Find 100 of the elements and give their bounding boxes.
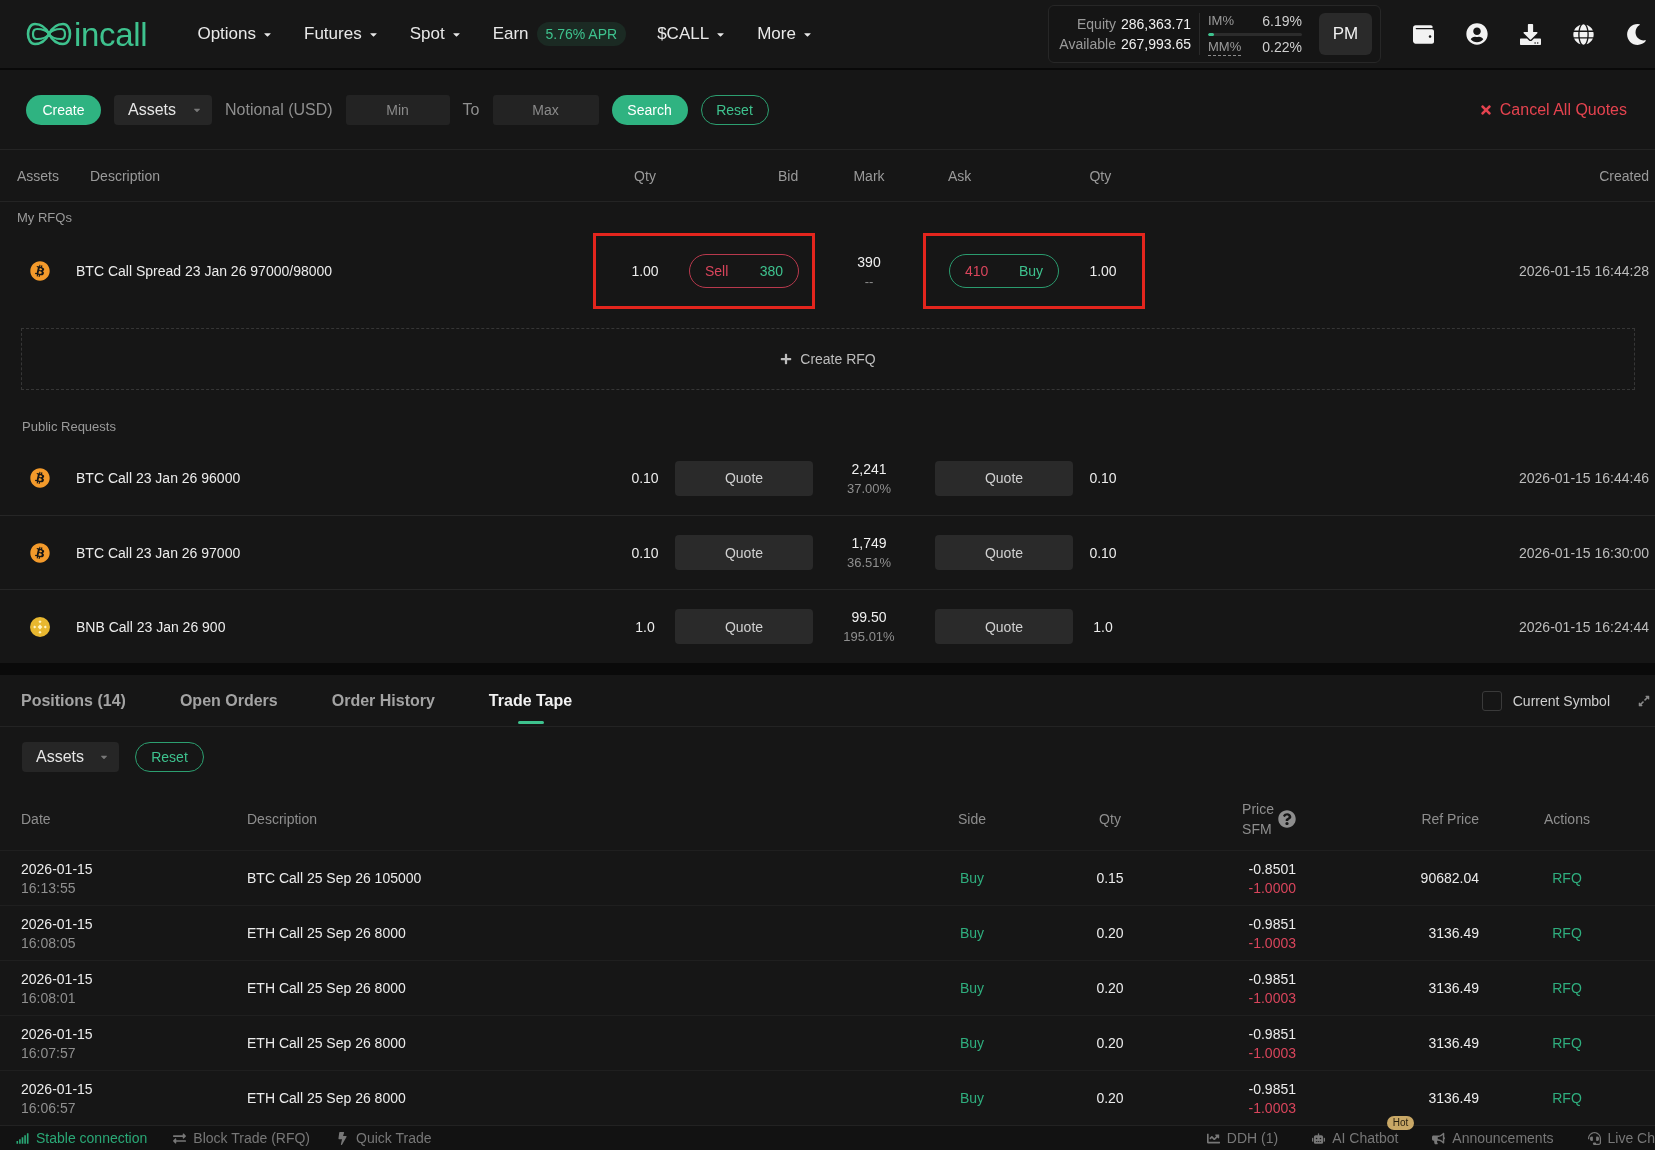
download-icon[interactable]: [1520, 23, 1541, 45]
quote-button[interactable]: Quote: [675, 609, 813, 644]
column-header: Mark: [853, 167, 885, 184]
assets-dropdown[interactable]: Assets: [114, 94, 212, 125]
nav-menu-item[interactable]: Spot: [409, 20, 462, 48]
min-field[interactable]: Min: [345, 94, 450, 125]
apr-badge: 5.76% APR: [536, 22, 627, 46]
column-header: Created: [1599, 167, 1649, 184]
price-text: -0.9851: [1248, 1025, 1296, 1042]
current-symbol-checkbox[interactable]: [1481, 690, 1502, 711]
margin-mode-button[interactable]: PM: [1319, 13, 1372, 55]
rfq-link[interactable]: RFQ: [1552, 1090, 1582, 1106]
equity-label: Equity: [1077, 16, 1116, 32]
column-subheader: SFM: [1242, 820, 1273, 837]
margin-label: MM%: [1208, 38, 1242, 56]
created-time: 2026-01-15 16:24:44: [1519, 618, 1649, 635]
block-trade-button[interactable]: Block Trade (RFQ): [173, 1130, 310, 1146]
column-header: Description: [247, 810, 318, 827]
available-label: Available: [1059, 36, 1116, 52]
quote-button[interactable]: Quote: [935, 535, 1073, 570]
panel-tab[interactable]: Positions (14): [21, 675, 126, 726]
coin-icon: [30, 468, 50, 488]
section-title: Public Requests: [22, 419, 116, 434]
assets-dropdown[interactable]: Assets: [22, 742, 119, 772]
sfm-text: -1.0000: [1248, 879, 1296, 896]
quantity-text: 1.0: [1093, 618, 1113, 635]
mark-subvalue: --: [864, 273, 874, 289]
to-label: To: [462, 100, 480, 119]
help-icon[interactable]: [1278, 809, 1296, 828]
moon-icon[interactable]: [1626, 23, 1647, 45]
nav-menu-item[interactable]: Options: [197, 20, 273, 48]
panel-tab[interactable]: Open Orders: [179, 675, 278, 726]
nav-menu-item[interactable]: Earn: [492, 20, 529, 48]
quantity-text: 1.0: [635, 618, 655, 635]
rfq-link[interactable]: RFQ: [1552, 870, 1582, 886]
created-time: 2026-01-15 16:44:46: [1519, 470, 1649, 486]
max-field[interactable]: Max: [492, 94, 599, 125]
user-icon[interactable]: [1466, 23, 1488, 45]
current-symbol-label: Current Symbol: [1512, 692, 1610, 709]
trade-time: 16:06:57: [21, 1099, 76, 1116]
rfq-link[interactable]: RFQ: [1552, 980, 1582, 996]
quantity-text: 1.00: [1089, 263, 1117, 279]
quote-button[interactable]: Quote: [675, 535, 813, 570]
headset-icon: [1587, 1131, 1601, 1145]
mark-subvalue: 36.51%: [846, 555, 892, 570]
trade-time: 16:13:55: [21, 879, 76, 896]
cancel-all-quotes-button[interactable]: Cancel All Quotes: [1472, 99, 1633, 120]
nav-menu-item[interactable]: $CALL: [657, 20, 727, 48]
megaphone-icon: [1432, 1131, 1446, 1145]
column-header: Bid: [778, 167, 799, 184]
column-header: Actions: [1544, 810, 1590, 827]
logo-icon: [26, 21, 72, 47]
quantity-text: 0.20: [1096, 980, 1124, 996]
quantity-text: 0.20: [1096, 925, 1124, 941]
quantity-text: 0.10: [1089, 544, 1117, 561]
quote-button[interactable]: Quote: [935, 460, 1073, 496]
mark-price: 390: [857, 253, 881, 270]
nav-menu-item[interactable]: Futures: [304, 20, 379, 48]
sfm-text: -1.0003: [1248, 989, 1296, 1006]
side-text: Buy: [959, 1035, 985, 1051]
trade-time: 16:08:05: [21, 934, 76, 951]
quantity-text: 0.15: [1096, 870, 1124, 886]
ref-price-text: 3136.49: [1428, 1090, 1479, 1106]
rfq-link[interactable]: RFQ: [1552, 1035, 1582, 1051]
chatbot-button[interactable]: AI Chatbot: [1312, 1130, 1399, 1146]
ref-price-text: 90682.04: [1420, 870, 1479, 886]
globe-icon[interactable]: [1573, 23, 1594, 45]
plus-icon: [780, 353, 793, 365]
quick-trade-button[interactable]: Quick Trade: [336, 1130, 432, 1146]
hot-badge: Hot: [1386, 1116, 1415, 1130]
announcements-button[interactable]: Announcements: [1432, 1130, 1554, 1146]
arrows-icon: [173, 1131, 187, 1145]
margin-value: 6.19%: [1262, 13, 1302, 29]
panel-tab[interactable]: Order History: [331, 675, 435, 726]
column-header: Side: [958, 810, 986, 827]
trade-date: 2026-01-15: [21, 915, 93, 932]
quote-button[interactable]: Quote: [675, 460, 813, 496]
equity-value: 286,363.71: [1120, 16, 1191, 32]
quote-button[interactable]: Quote: [935, 609, 1073, 644]
column-header: Qty: [1089, 167, 1112, 184]
create-rfq-button[interactable]: Create RFQ: [774, 350, 882, 368]
wallet-icon[interactable]: [1413, 23, 1434, 45]
trade-time: 16:07:57: [21, 1044, 76, 1061]
quantity-text: 1.00: [631, 263, 659, 279]
quantity-text: 0.10: [1089, 470, 1117, 486]
live-chat-button[interactable]: Live Ch: [1587, 1130, 1655, 1146]
ddh-button[interactable]: DDH (1): [1206, 1130, 1279, 1146]
quantity-text: 0.20: [1096, 1090, 1124, 1106]
chart-icon: [1206, 1131, 1220, 1145]
trade-time: 16:08:01: [21, 989, 76, 1006]
section-title: My RFQs: [17, 209, 72, 225]
mark-price: 99.50: [851, 609, 887, 625]
panel-tab[interactable]: Trade Tape: [488, 675, 573, 726]
available-value: 267,993.65: [1120, 36, 1191, 52]
connection-status: Stable connection: [36, 1130, 148, 1146]
mark-subvalue: 37.00%: [846, 480, 892, 496]
expand-icon[interactable]: [1638, 694, 1650, 707]
instrument-description: BTC Call 23 Jan 26 96000: [76, 470, 241, 486]
nav-menu-item[interactable]: More: [757, 20, 813, 48]
rfq-link[interactable]: RFQ: [1552, 925, 1582, 941]
